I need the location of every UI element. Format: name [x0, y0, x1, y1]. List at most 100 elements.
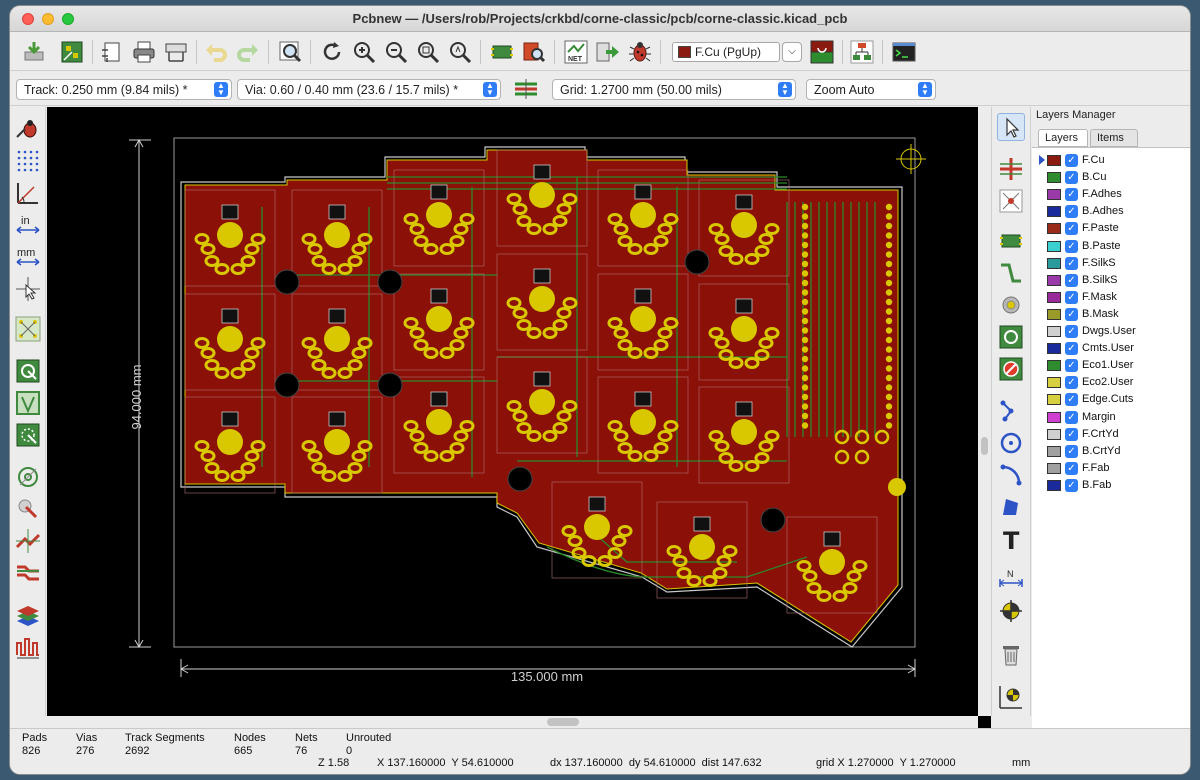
- update-pcb-icon[interactable]: [594, 38, 622, 66]
- layer-visibility-checkbox[interactable]: ✓: [1065, 342, 1078, 356]
- add-dimension-icon[interactable]: N: [997, 565, 1025, 593]
- refresh-icon[interactable]: [318, 38, 346, 66]
- layer-row[interactable]: ✓ B.Paste: [1032, 238, 1190, 255]
- redo-icon[interactable]: [234, 38, 262, 66]
- via-sketch-icon[interactable]: [14, 495, 42, 523]
- layer-visibility-checkbox[interactable]: ✓: [1065, 325, 1078, 338]
- tab-layers[interactable]: Layers: [1038, 129, 1088, 147]
- track-sketch-icon[interactable]: [14, 527, 42, 555]
- layer-color-swatch[interactable]: [1047, 377, 1061, 389]
- layer-color-swatch[interactable]: [1047, 360, 1061, 372]
- layer-visibility-checkbox[interactable]: ✓: [1065, 171, 1078, 185]
- zone-sketch-icon[interactable]: [14, 421, 42, 449]
- layer-color-swatch[interactable]: [1047, 274, 1061, 286]
- draw-circle-icon[interactable]: [997, 429, 1025, 457]
- layer-visibility-checkbox[interactable]: ✓: [1065, 290, 1078, 304]
- add-zone-icon[interactable]: [997, 323, 1025, 351]
- layer-color-swatch[interactable]: [1047, 206, 1061, 218]
- layer-color-swatch[interactable]: [1047, 155, 1061, 166]
- layer-row[interactable]: ✓ Eco2.User: [1032, 374, 1190, 391]
- layer-alignment-target-icon[interactable]: [997, 597, 1025, 625]
- layer-row[interactable]: ✓ Dwgs.User: [1032, 323, 1190, 340]
- layer-visibility-checkbox[interactable]: ✓: [1065, 154, 1078, 167]
- polar-coords-icon[interactable]: [14, 179, 42, 207]
- layer-visibility-checkbox[interactable]: ✓: [1065, 410, 1078, 424]
- zoom-out-icon[interactable]: [382, 38, 410, 66]
- select-tool-icon[interactable]: [997, 113, 1025, 141]
- delete-tool-icon[interactable]: [997, 641, 1025, 669]
- high-contrast-icon[interactable]: [14, 559, 42, 587]
- mm-units-icon[interactable]: mm: [14, 243, 42, 271]
- scripting-console-icon[interactable]: [890, 38, 918, 66]
- add-text-icon[interactable]: T: [997, 525, 1025, 553]
- layer-visibility-checkbox[interactable]: ✓: [1065, 239, 1078, 253]
- grid-select[interactable]: Grid: 1.2700 mm (50.00 mils) ▲ ▼: [552, 79, 796, 100]
- layer-color-swatch[interactable]: [1047, 445, 1061, 457]
- local-ratsnest-icon[interactable]: [997, 187, 1025, 215]
- ratsnest-icon[interactable]: [14, 315, 42, 343]
- zoom-fit-icon[interactable]: [414, 38, 442, 66]
- layer-row[interactable]: ✓ F.CrtYd: [1032, 426, 1190, 443]
- layer-visibility-checkbox[interactable]: ✓: [1065, 427, 1078, 441]
- auto-track-width-icon[interactable]: [512, 75, 540, 103]
- footprint-editor-icon[interactable]: [58, 38, 86, 66]
- zone-outline-icon[interactable]: [14, 389, 42, 417]
- layer-row[interactable]: ✓ Margin: [1032, 409, 1190, 426]
- layers-manager-icon[interactable]: [14, 601, 42, 629]
- via-size-select[interactable]: Via: 0.60 / 0.40 mm (23.6 / 15.7 mils) *…: [237, 79, 501, 100]
- layer-visibility-checkbox[interactable]: ✓: [1065, 359, 1078, 373]
- layer-row[interactable]: ✓ Eco1.User: [1032, 357, 1190, 374]
- layer-row[interactable]: ✓ Cmts.User: [1032, 340, 1190, 357]
- netlist-icon[interactable]: NET: [562, 38, 590, 66]
- layer-row[interactable]: ✓ B.CrtYd: [1032, 443, 1190, 460]
- microwave-tools-icon[interactable]: [14, 633, 42, 661]
- layer-row[interactable]: ✓ B.Cu: [1032, 169, 1190, 186]
- zoom-in-icon[interactable]: [350, 38, 378, 66]
- layer-pair-icon[interactable]: [808, 38, 836, 66]
- active-layer-select[interactable]: F.Cu (PgUp): [672, 42, 780, 62]
- layer-row[interactable]: ✓ F.Fab: [1032, 460, 1190, 477]
- draw-arc-icon[interactable]: [997, 461, 1025, 489]
- layer-visibility-checkbox[interactable]: ✓: [1065, 222, 1078, 236]
- vertical-scroll-thumb[interactable]: [981, 437, 988, 455]
- route-track-icon[interactable]: [997, 259, 1025, 287]
- highlight-net-icon[interactable]: [997, 155, 1025, 183]
- layer-color-swatch[interactable]: [1047, 257, 1061, 269]
- layer-row[interactable]: ✓ F.Adhes: [1032, 186, 1190, 203]
- undo-icon[interactable]: [202, 38, 230, 66]
- layer-visibility-checkbox[interactable]: ✓: [1065, 188, 1078, 202]
- layer-color-swatch[interactable]: [1047, 240, 1061, 252]
- layer-visibility-checkbox[interactable]: ✓: [1065, 273, 1078, 287]
- tab-items[interactable]: Items: [1090, 129, 1138, 147]
- pcb-canvas[interactable]: 94.000 mm 135.000 mm: [47, 107, 978, 716]
- layer-color-swatch[interactable]: [1047, 223, 1061, 235]
- layer-visibility-checkbox[interactable]: ✓: [1065, 444, 1078, 458]
- add-via-icon[interactable]: [997, 291, 1025, 319]
- vertical-scrollbar[interactable]: [978, 107, 991, 716]
- chevron-down-icon[interactable]: ⌵: [782, 42, 802, 62]
- layer-visibility-checkbox[interactable]: ✓: [1065, 461, 1078, 475]
- hierarchy-icon[interactable]: [848, 38, 876, 66]
- horizontal-scroll-thumb[interactable]: [547, 718, 579, 726]
- layer-color-swatch[interactable]: [1047, 411, 1061, 423]
- find-icon[interactable]: [276, 38, 304, 66]
- layer-color-swatch[interactable]: [1047, 308, 1061, 320]
- layer-color-swatch[interactable]: [1047, 428, 1061, 440]
- layer-color-swatch[interactable]: [1047, 291, 1061, 303]
- print-icon[interactable]: [130, 38, 158, 66]
- board-setup-icon[interactable]: [20, 38, 48, 66]
- drc-markers-icon[interactable]: [14, 115, 42, 143]
- layer-color-swatch[interactable]: [1047, 479, 1061, 491]
- zoom-select[interactable]: Zoom Auto ▲ ▼: [806, 79, 936, 100]
- inch-units-icon[interactable]: in: [14, 211, 42, 239]
- layer-color-swatch[interactable]: [1047, 189, 1061, 201]
- library-browser-icon[interactable]: [520, 38, 548, 66]
- layer-color-swatch[interactable]: [1047, 394, 1061, 406]
- plot-icon[interactable]: [162, 38, 190, 66]
- draw-line-icon[interactable]: [997, 397, 1025, 425]
- horizontal-scrollbar[interactable]: [47, 716, 978, 728]
- draw-polygon-icon[interactable]: [997, 493, 1025, 521]
- layer-row[interactable]: ✓ F.Paste: [1032, 220, 1190, 237]
- layer-color-swatch[interactable]: [1047, 172, 1061, 184]
- page-settings-icon[interactable]: [98, 38, 126, 66]
